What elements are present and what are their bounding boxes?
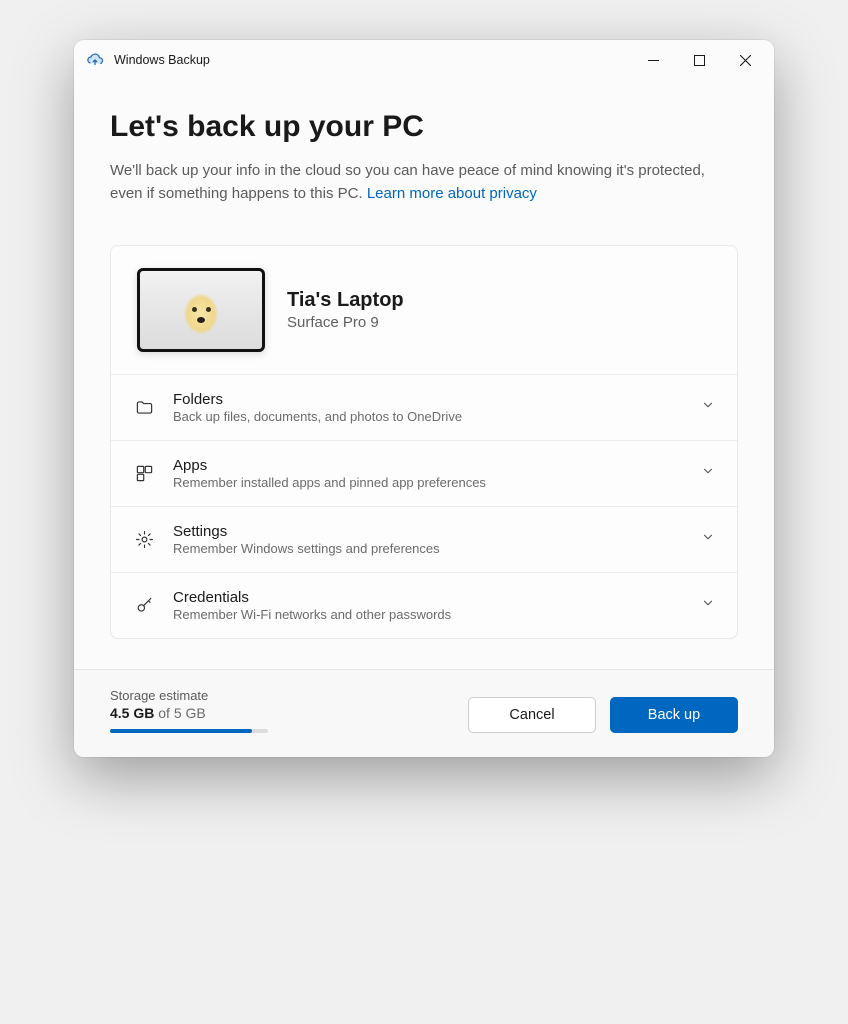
option-text: Credentials Remember Wi-Fi networks and … — [173, 589, 683, 622]
device-name: Tia's Laptop — [287, 289, 404, 312]
storage-label: Storage estimate — [110, 688, 454, 703]
window-controls — [630, 44, 768, 76]
device-info: Tia's Laptop Surface Pro 9 — [287, 289, 404, 331]
chevron-down-icon — [701, 398, 715, 417]
option-title: Credentials — [173, 589, 683, 606]
maximize-button[interactable] — [676, 44, 722, 76]
storage-used: 4.5 GB — [110, 705, 154, 721]
option-desc: Remember Wi-Fi networks and other passwo… — [173, 607, 683, 622]
chevron-down-icon — [701, 464, 715, 483]
option-text: Folders Back up files, documents, and ph… — [173, 391, 683, 424]
maximize-icon — [694, 55, 705, 66]
device-thumbnail — [137, 268, 265, 352]
backup-panel: Tia's Laptop Surface Pro 9 Folders Back … — [110, 245, 738, 639]
folder-icon — [133, 397, 155, 419]
option-settings[interactable]: Settings Remember Windows settings and p… — [111, 507, 737, 573]
option-desc: Remember installed apps and pinned app p… — [173, 475, 683, 490]
minimize-icon — [648, 55, 659, 66]
privacy-link[interactable]: Learn more about privacy — [367, 185, 537, 202]
option-title: Apps — [173, 457, 683, 474]
apps-icon — [133, 463, 155, 485]
storage-bar-fill — [110, 729, 252, 733]
storage-estimate: Storage estimate 4.5 GB of 5 GB — [110, 688, 454, 733]
storage-of: of 5 GB — [154, 705, 205, 721]
option-desc: Remember Windows settings and preference… — [173, 541, 683, 556]
close-icon — [740, 55, 751, 66]
storage-bar — [110, 729, 268, 733]
option-credentials[interactable]: Credentials Remember Wi-Fi networks and … — [111, 573, 737, 638]
page-title: Let's back up your PC — [110, 110, 738, 144]
device-row: Tia's Laptop Surface Pro 9 — [111, 246, 737, 375]
option-title: Settings — [173, 523, 683, 540]
option-apps[interactable]: Apps Remember installed apps and pinned … — [111, 441, 737, 507]
storage-line: 4.5 GB of 5 GB — [110, 705, 454, 721]
cloud-backup-icon — [86, 51, 104, 69]
chevron-down-icon — [701, 530, 715, 549]
app-title: Windows Backup — [114, 53, 630, 67]
minimize-button[interactable] — [630, 44, 676, 76]
page-subtitle: We'll back up your info in the cloud so … — [110, 160, 710, 205]
cancel-button[interactable]: Cancel — [468, 697, 596, 733]
device-model: Surface Pro 9 — [287, 314, 404, 331]
content-area: Let's back up your PC We'll back up your… — [74, 80, 774, 669]
chevron-down-icon — [701, 596, 715, 615]
option-text: Settings Remember Windows settings and p… — [173, 523, 683, 556]
option-title: Folders — [173, 391, 683, 408]
close-button[interactable] — [722, 44, 768, 76]
option-text: Apps Remember installed apps and pinned … — [173, 457, 683, 490]
gear-icon — [133, 529, 155, 551]
titlebar: Windows Backup — [74, 40, 774, 80]
app-window: Windows Backup Let's back up your PC We'… — [74, 40, 774, 757]
key-icon — [133, 595, 155, 617]
footer: Storage estimate 4.5 GB of 5 GB Cancel B… — [74, 669, 774, 757]
option-folders[interactable]: Folders Back up files, documents, and ph… — [111, 375, 737, 441]
backup-button[interactable]: Back up — [610, 697, 738, 733]
option-desc: Back up files, documents, and photos to … — [173, 409, 683, 424]
